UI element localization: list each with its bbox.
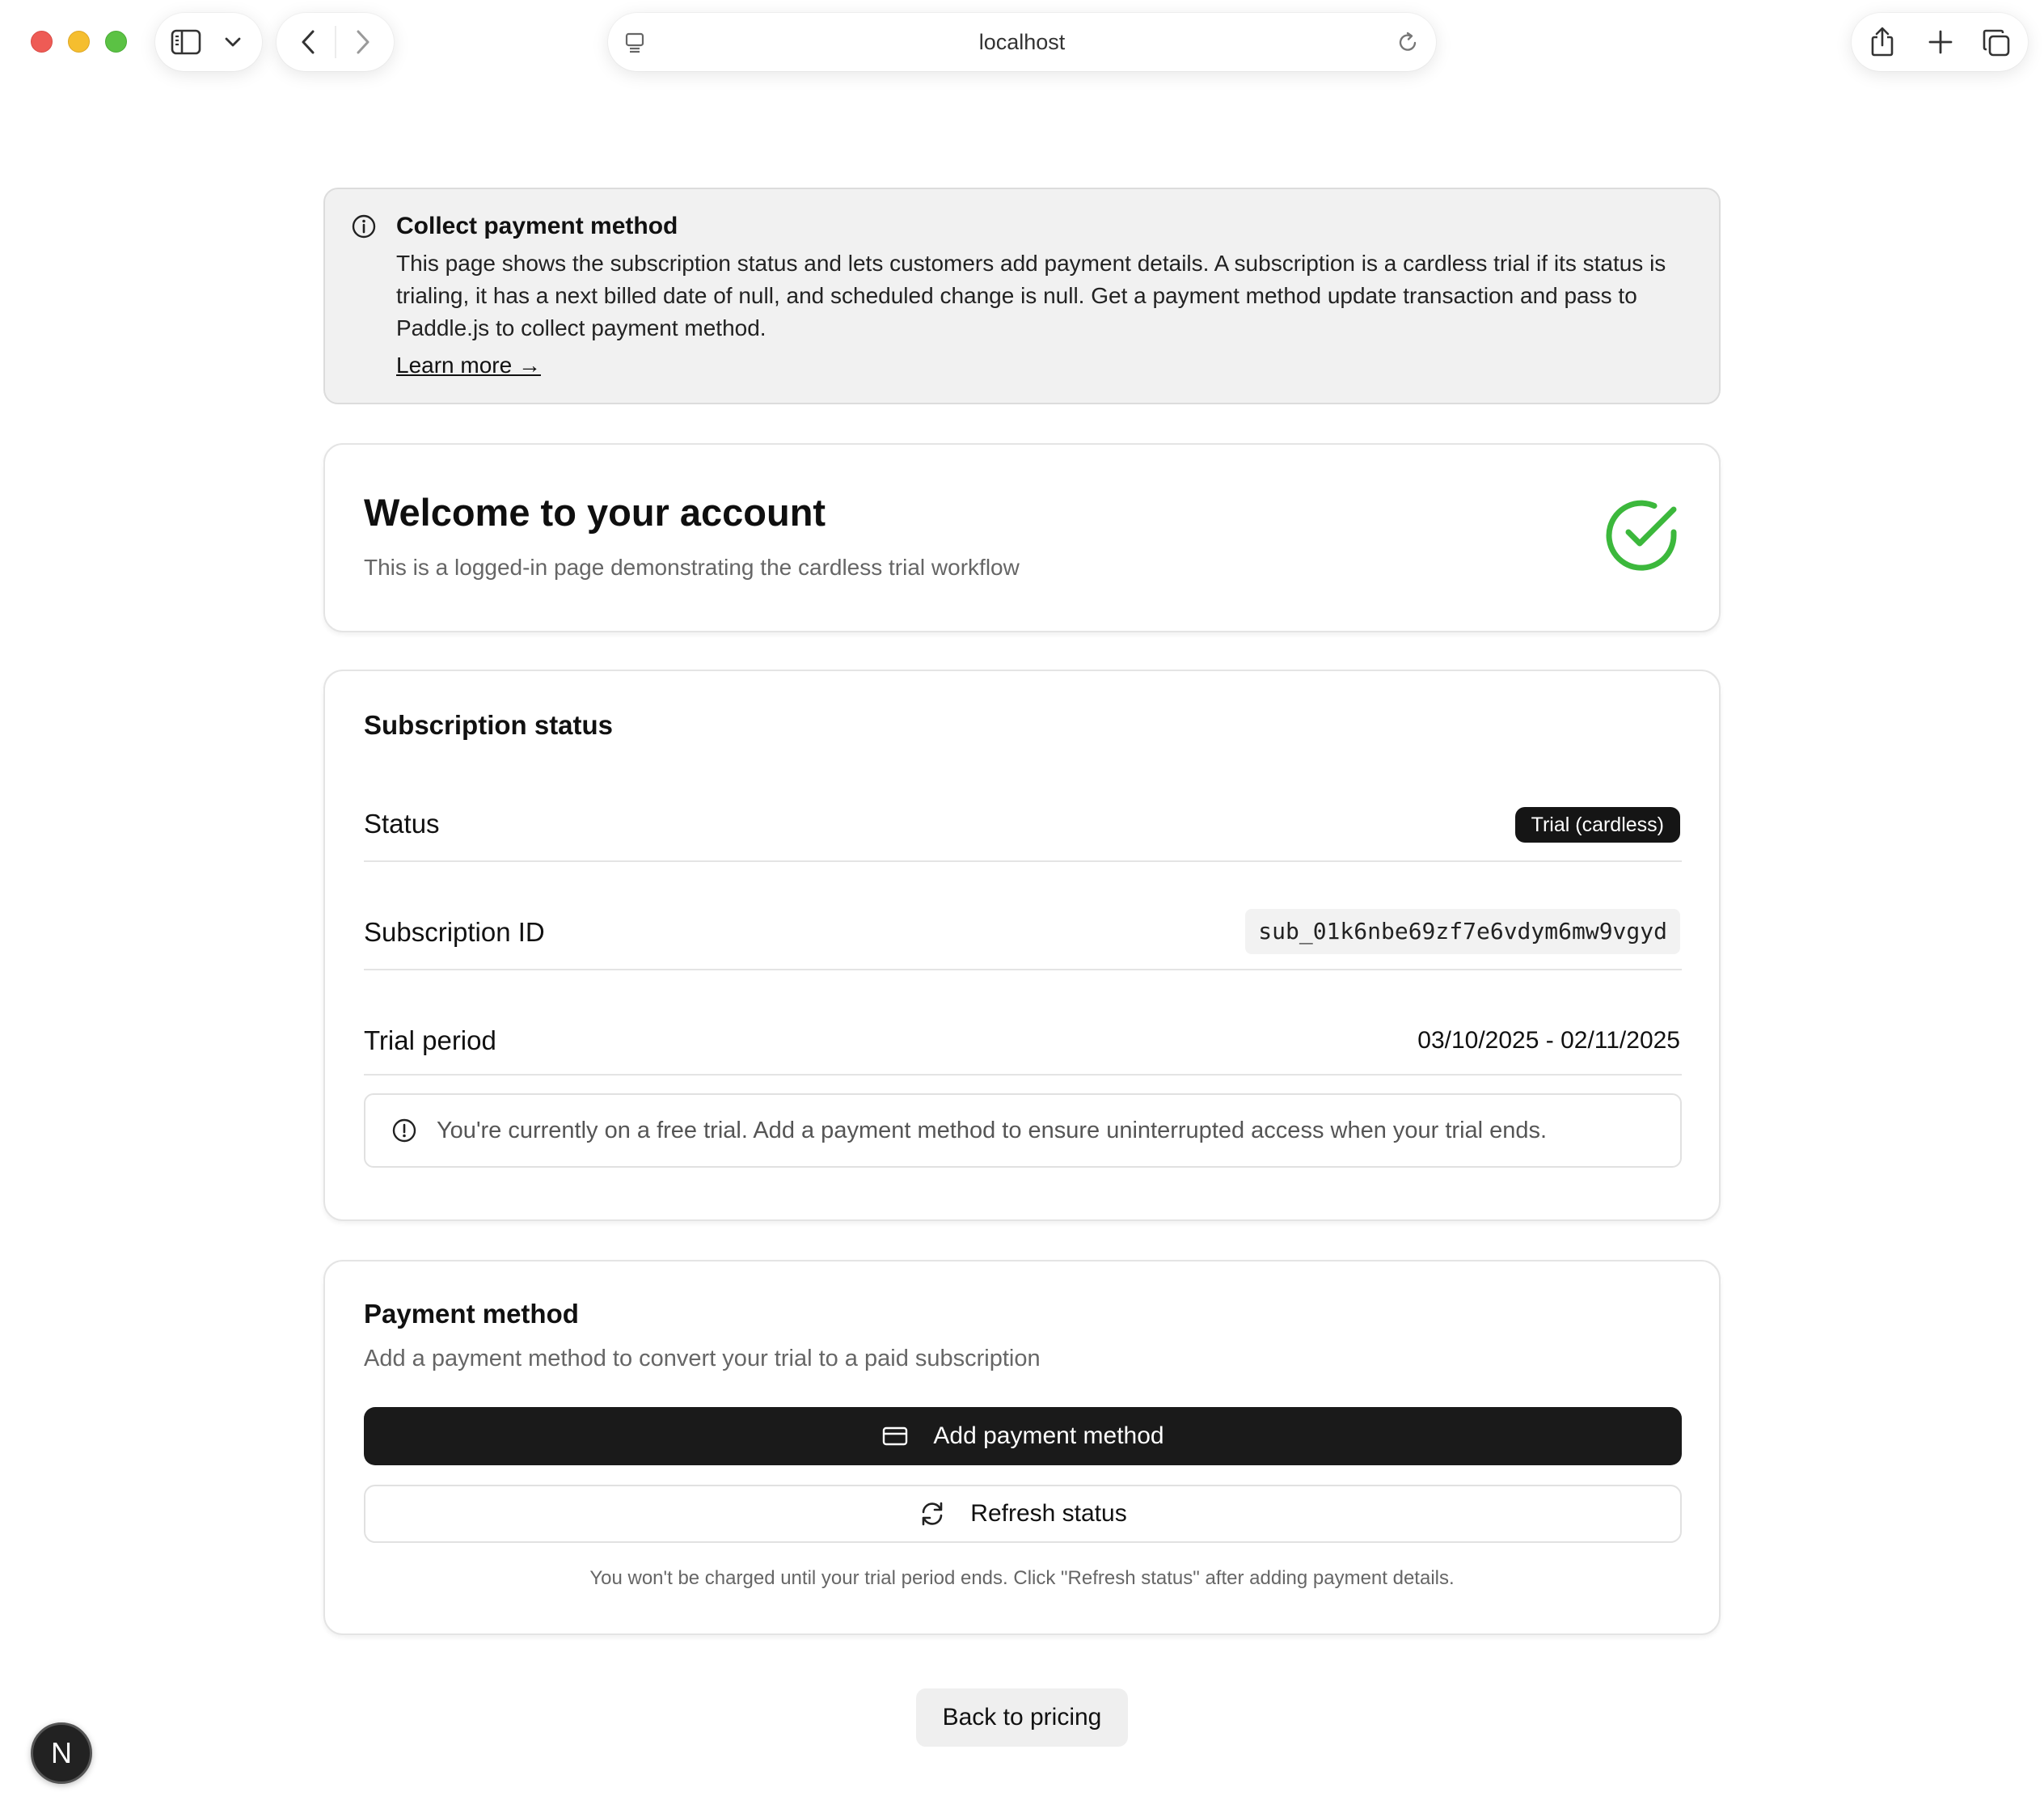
payment-subtitle: Add a payment method to convert your tri…	[364, 1346, 1041, 1371]
welcome-subtitle: This is a logged-in page demonstrating t…	[364, 555, 1020, 580]
row-divider	[364, 860, 1682, 862]
trial-period-label: Trial period	[364, 1025, 496, 1055]
reload-icon[interactable]	[1396, 31, 1420, 55]
forward-arrow-icon[interactable]	[351, 27, 374, 57]
minimize-window-button[interactable]	[68, 31, 90, 53]
address-bar[interactable]: localhost	[608, 13, 1436, 71]
add-payment-method-button[interactable]: Add payment method	[364, 1407, 1682, 1465]
trial-period-value: 03/10/2025 - 02/11/2025	[1417, 1027, 1680, 1054]
new-tab-icon[interactable]	[1926, 27, 1955, 57]
refresh-status-label: Refresh status	[970, 1500, 1127, 1527]
notice-title: Collect payment method	[396, 213, 678, 239]
page-container: Collect payment method This page shows t…	[323, 188, 1721, 1635]
welcome-title: Welcome to your account	[364, 491, 826, 534]
info-icon	[351, 213, 377, 243]
subscription-id-value: sub_01k6nbe69zf7e6vdym6mw9vgyd	[1245, 909, 1680, 954]
history-navigation-group	[277, 13, 394, 71]
row-divider	[364, 969, 1682, 970]
check-circle-icon	[1604, 497, 1682, 578]
share-icon[interactable]	[1868, 26, 1897, 58]
close-window-button[interactable]	[31, 31, 53, 53]
refresh-icon	[919, 1500, 946, 1528]
browser-toolbar: localhost	[0, 0, 2044, 89]
learn-more-link[interactable]: Learn more →	[396, 349, 541, 382]
trial-alert-text: You're currently on a free trial. Add a …	[437, 1118, 1548, 1143]
chevron-down-icon[interactable]	[223, 34, 243, 50]
nav-divider	[335, 26, 336, 58]
payment-section-title: Payment method	[364, 1299, 579, 1329]
add-payment-method-label: Add payment method	[933, 1422, 1164, 1449]
info-notice: Collect payment method This page shows t…	[323, 188, 1721, 404]
status-badge: Trial (cardless)	[1514, 807, 1680, 843]
subscription-section-title: Subscription status	[364, 710, 614, 740]
subscription-id-label: Subscription ID	[364, 917, 545, 947]
row-divider	[364, 1074, 1682, 1076]
welcome-card: Welcome to your account This is a logged…	[323, 443, 1721, 632]
dev-tools-badge[interactable]: N	[31, 1722, 92, 1784]
payment-footnote: You won't be charged until your trial pe…	[589, 1567, 1455, 1589]
notice-body: This page shows the subscription status …	[396, 251, 1666, 340]
url-text: localhost	[978, 29, 1066, 54]
browser-actions-group	[1852, 13, 2028, 71]
sidebar-toggle-icon[interactable]	[170, 27, 202, 57]
back-to-pricing-button[interactable]: Back to pricing	[916, 1688, 1128, 1747]
zoom-window-button[interactable]	[105, 31, 127, 53]
status-label: Status	[364, 809, 440, 839]
refresh-status-button[interactable]: Refresh status	[364, 1485, 1682, 1543]
tabs-overview-icon[interactable]	[1981, 27, 2012, 58]
subscription-status-card: Subscription status Status Trial (cardle…	[323, 670, 1721, 1221]
trial-alert: You're currently on a free trial. Add a …	[364, 1093, 1682, 1168]
back-arrow-icon[interactable]	[298, 27, 320, 57]
alert-circle-icon	[391, 1118, 417, 1147]
credit-card-icon	[881, 1425, 909, 1447]
sidebar-control-group	[155, 13, 262, 71]
payment-method-card: Payment method Add a payment method to c…	[323, 1260, 1721, 1635]
